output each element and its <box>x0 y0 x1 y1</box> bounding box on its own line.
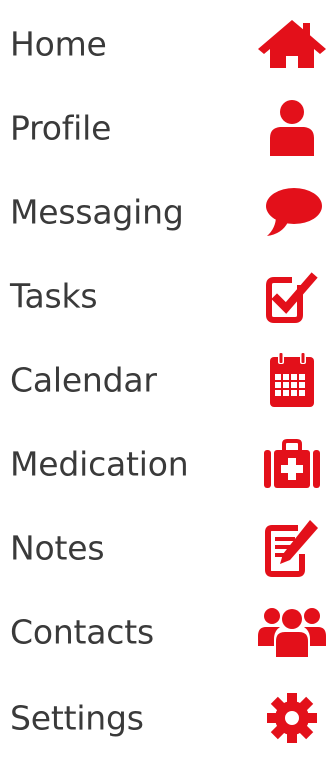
menu-item-label: Tasks <box>10 276 98 316</box>
menu-item-notes[interactable]: Notes <box>0 511 331 585</box>
menu-item-label: Contacts <box>10 612 154 652</box>
gear-icon <box>256 690 328 746</box>
menu-item-medication[interactable]: Medication <box>0 427 331 501</box>
menu-item-calendar[interactable]: Calendar <box>0 343 331 417</box>
menu-item-settings[interactable]: Settings <box>0 681 331 755</box>
edit-note-icon <box>256 520 328 577</box>
menu-item-tasks[interactable]: Tasks <box>0 259 331 333</box>
menu-item-home[interactable]: Home <box>0 7 331 81</box>
side-menu: Home Profile Messaging Tasks Calendar Me… <box>0 0 331 774</box>
home-icon <box>256 16 328 72</box>
menu-item-label: Profile <box>10 108 112 148</box>
checkbox-icon <box>256 268 328 324</box>
menu-item-label: Messaging <box>10 192 184 232</box>
menu-item-label: Calendar <box>10 360 157 400</box>
menu-item-label: Settings <box>10 698 144 738</box>
user-icon <box>256 100 328 156</box>
menu-item-label: Home <box>10 24 107 64</box>
medical-kit-icon <box>256 436 328 492</box>
menu-item-messaging[interactable]: Messaging <box>0 175 331 249</box>
users-icon <box>256 604 328 660</box>
speech-bubble-icon <box>256 184 328 240</box>
menu-item-profile[interactable]: Profile <box>0 91 331 165</box>
menu-item-label: Medication <box>10 444 189 484</box>
calendar-icon <box>256 352 328 408</box>
menu-item-contacts[interactable]: Contacts <box>0 595 331 669</box>
menu-item-label: Notes <box>10 528 105 568</box>
